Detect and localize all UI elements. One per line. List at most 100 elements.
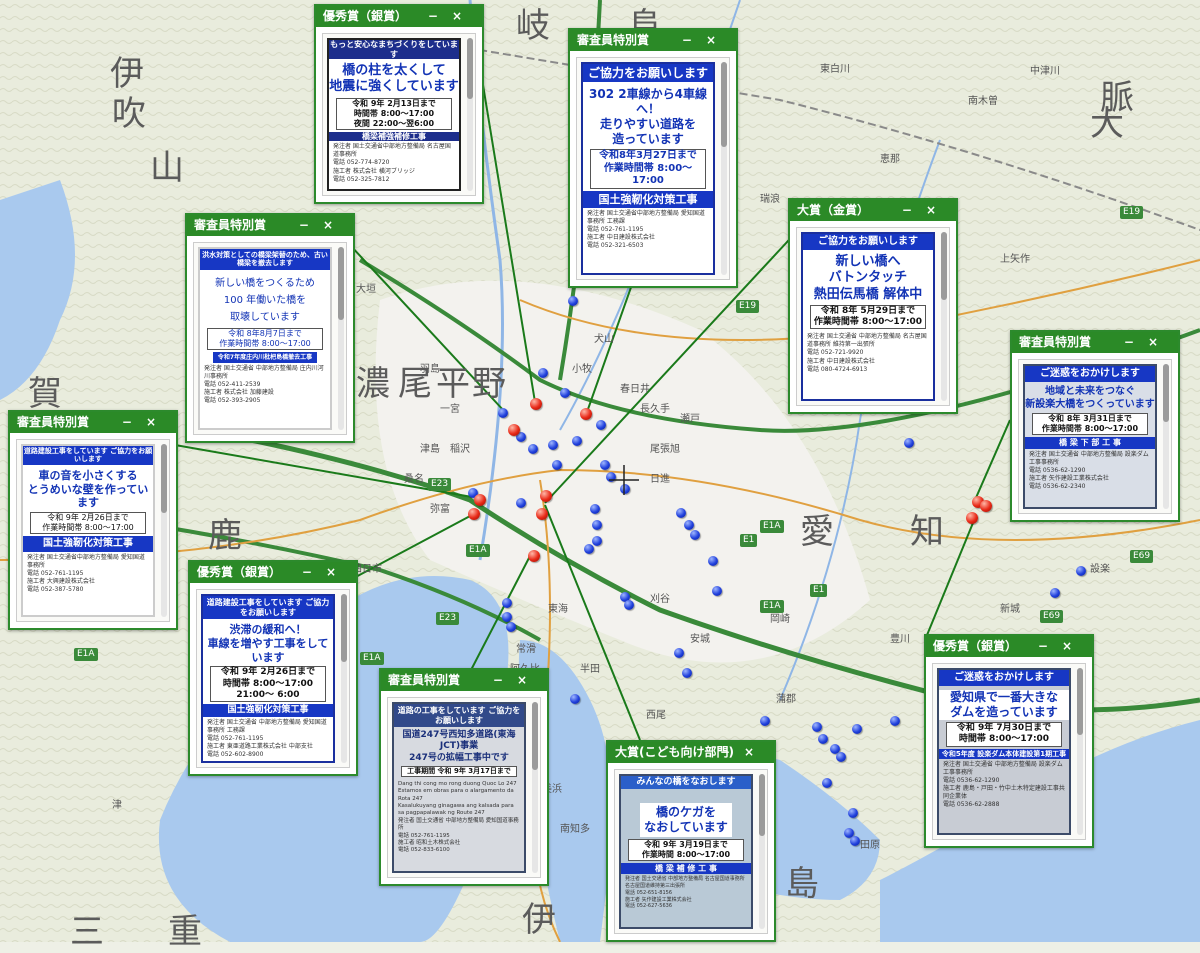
map-pin-blue[interactable] — [592, 536, 602, 546]
map-pin-blue[interactable] — [590, 504, 600, 514]
award-popup[interactable]: 優秀賞（銀賞） −× ご迷惑をおかけします 愛知県で一番大きな ダムを造っています… — [924, 634, 1094, 848]
minimize-button[interactable]: − — [493, 673, 517, 687]
map-pin-blue[interactable] — [552, 460, 562, 470]
award-popup[interactable]: 審査員特別賞 −× ご協力をお願いします 302 2車線から4車線へ！ 走りやすい… — [568, 28, 738, 288]
town-label: 常滑 — [516, 644, 536, 655]
minimize-button[interactable]: − — [1038, 639, 1062, 653]
map-pin-blue[interactable] — [538, 368, 548, 378]
sign-period: 令和 9年 3月19日まで 作業時間 8:00〜17:00 — [627, 838, 745, 861]
popup-scrollbar[interactable] — [721, 62, 727, 275]
map-pin-blue[interactable] — [890, 716, 900, 726]
popup-scrollbar[interactable] — [941, 232, 947, 401]
minimize-button[interactable]: − — [302, 565, 326, 579]
map-pin-blue[interactable] — [528, 444, 538, 454]
map-pin-red[interactable] — [980, 500, 992, 512]
popup-scrollbar[interactable] — [759, 774, 765, 929]
town-label: 設楽 — [1090, 564, 1110, 575]
minimize-button[interactable]: − — [428, 9, 452, 23]
popup-scrollbar[interactable] — [341, 594, 347, 763]
map-pin-blue[interactable] — [498, 408, 508, 418]
minimize-button[interactable]: − — [682, 33, 706, 47]
map-pin-blue[interactable] — [708, 556, 718, 566]
map-pin-blue[interactable] — [502, 612, 512, 622]
close-button[interactable]: × — [323, 218, 347, 232]
map-pin-red[interactable] — [474, 494, 486, 506]
map-pin-blue[interactable] — [848, 808, 858, 818]
map-pin-red[interactable] — [536, 508, 548, 520]
sign-band: 道路建設工事をしています ご協力をお願いします — [203, 596, 333, 620]
award-popup[interactable]: 大賞（金賞） −× ご協力をお願いします 新しい橋へ バトンタッチ 熱田伝馬橋 解… — [788, 198, 958, 414]
map-pin-blue[interactable] — [1076, 566, 1086, 576]
close-button[interactable]: × — [1062, 639, 1086, 653]
town-label: 津 — [112, 800, 122, 811]
map-pin-blue[interactable] — [822, 778, 832, 788]
map-pin-blue[interactable] — [506, 622, 516, 632]
map-pin-red[interactable] — [468, 508, 480, 520]
map-pin-red[interactable] — [540, 490, 552, 502]
map-pin-blue[interactable] — [712, 586, 722, 596]
award-popup[interactable]: 審査員特別賞 −× 道路建設工事をしています ご協力をお願いします 車の音を小さく… — [8, 410, 178, 630]
close-button[interactable]: × — [146, 415, 170, 429]
sign-contact: 発注者 国土交通省 中部地方整備局 名古屋国道事務所 維持第一出張所 電話 05… — [807, 333, 927, 373]
close-button[interactable]: × — [1148, 335, 1172, 349]
close-button[interactable]: × — [517, 673, 541, 687]
popup-scrollbar[interactable] — [467, 38, 473, 191]
popup-scrollbar[interactable] — [1163, 364, 1169, 509]
map-pin-blue[interactable] — [852, 724, 862, 734]
map-pin-blue[interactable] — [818, 734, 828, 744]
map-pin-blue[interactable] — [674, 648, 684, 658]
close-button[interactable]: × — [326, 565, 350, 579]
sign-work-name: 橋梁補強補修工事 — [329, 131, 459, 142]
map-pin-blue[interactable] — [572, 436, 582, 446]
sign-image: ご協力をお願いします 302 2車線から4車線へ！ 走りやすい道路を 造っていま… — [581, 62, 715, 275]
map-pin-blue[interactable] — [502, 598, 512, 608]
close-button[interactable]: × — [744, 745, 768, 759]
popup-scrollbar[interactable] — [532, 702, 538, 873]
map-pin-red[interactable] — [508, 424, 520, 436]
award-popup[interactable]: 審査員特別賞 −× 道路の工事をしています ご協力をお願いします 国道247号西知… — [379, 668, 549, 886]
award-popup[interactable]: 大賞(こども向け部門) −× みんなの橋をなおします 橋のケガを なおしています … — [606, 740, 776, 942]
map-pin-blue[interactable] — [690, 530, 700, 540]
map-pin-red[interactable] — [530, 398, 542, 410]
minimize-button[interactable]: − — [299, 218, 323, 232]
map-pin-blue[interactable] — [904, 438, 914, 448]
town-label: 南知多 — [560, 824, 590, 835]
map-pin-blue[interactable] — [812, 722, 822, 732]
map-pin-blue[interactable] — [570, 694, 580, 704]
map-pin-blue[interactable] — [624, 600, 634, 610]
map-pin-blue[interactable] — [592, 520, 602, 530]
popup-scrollbar[interactable] — [338, 247, 344, 430]
map-pin-blue[interactable] — [1050, 588, 1060, 598]
popup-scrollbar[interactable] — [1077, 668, 1083, 835]
popup-title: 優秀賞（銀賞） — [323, 9, 408, 23]
close-button[interactable]: × — [452, 9, 476, 23]
award-popup[interactable]: 優秀賞（銀賞） −× 道路建設工事をしています ご協力をお願いします 渋滞の緩和へ… — [188, 560, 358, 776]
map-pin-red[interactable] — [528, 550, 540, 562]
award-popup[interactable]: 審査員特別賞 −× ご迷惑をおかけします 地域と未来をつなぐ 新設楽大橋をつくって… — [1010, 330, 1180, 522]
minimize-button[interactable]: − — [122, 415, 146, 429]
minimize-button[interactable]: − — [720, 745, 744, 759]
map-pin-blue[interactable] — [584, 544, 594, 554]
map-pin-red[interactable] — [966, 512, 978, 524]
minimize-button[interactable]: − — [1124, 335, 1148, 349]
map-pin-red[interactable] — [580, 408, 592, 420]
map-pin-blue[interactable] — [548, 440, 558, 450]
map-pin-blue[interactable] — [684, 520, 694, 530]
close-button[interactable]: × — [926, 203, 950, 217]
map-pin-blue[interactable] — [560, 388, 570, 398]
minimize-button[interactable]: − — [902, 203, 926, 217]
town-label: 田原 — [860, 840, 880, 851]
map-pin-blue[interactable] — [596, 420, 606, 430]
map-pin-blue[interactable] — [682, 668, 692, 678]
close-button[interactable]: × — [706, 33, 730, 47]
map-pin-blue[interactable] — [850, 836, 860, 846]
map-pin-blue[interactable] — [676, 508, 686, 518]
map-pin-blue[interactable] — [760, 716, 770, 726]
popup-scrollbar[interactable] — [161, 444, 167, 617]
map-pin-blue[interactable] — [836, 752, 846, 762]
map-pin-blue[interactable] — [568, 296, 578, 306]
region-hira: 平 — [436, 364, 472, 404]
award-popup[interactable]: 審査員特別賞 −× 洪水対策としての橋梁架替のため、古い橋梁を撤去します 新しい橋… — [185, 213, 355, 443]
map-pin-blue[interactable] — [516, 498, 526, 508]
award-popup[interactable]: 優秀賞（銀賞） −× もっと安心なまちづくりをしています 橋の柱を太くして 地震に… — [314, 4, 484, 204]
